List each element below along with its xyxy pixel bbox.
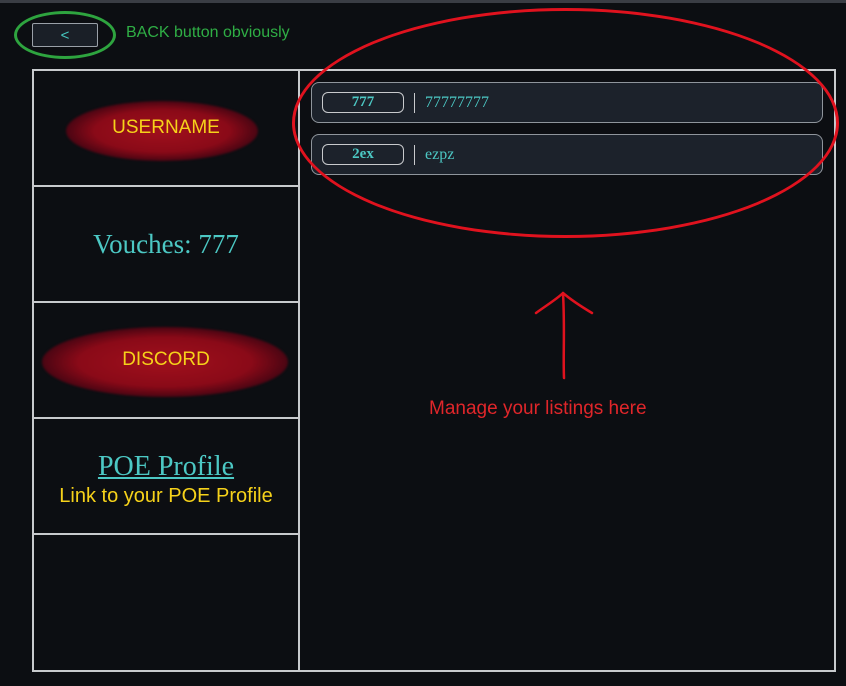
listing-item[interactable]: 777 77777777 — [311, 82, 823, 123]
listing-item[interactable]: 2ex ezpz — [311, 134, 823, 175]
poe-profile-link[interactable]: POE Profile — [98, 451, 234, 483]
username-label: USERNAME — [112, 117, 220, 138]
listing-name: ezpz — [425, 145, 455, 163]
listing-price: 777 — [322, 92, 404, 113]
profile-sidebar: USERNAME Vouches: 777 DISCORD POE Profil… — [34, 71, 300, 670]
poe-profile-cell: POE Profile Link to your POE Profile — [34, 419, 298, 535]
listing-name: 77777777 — [425, 93, 489, 111]
listing-divider — [414, 144, 415, 165]
poe-profile-annotation: Link to your POE Profile — [59, 484, 273, 507]
vouches-cell: Vouches: 777 — [34, 187, 298, 303]
top-strip — [0, 0, 846, 3]
discord-label: DISCORD — [122, 349, 210, 370]
back-button-annotation: BACK button obviously — [126, 24, 290, 41]
listing-divider — [414, 92, 415, 113]
vouches-count: Vouches: 777 — [93, 228, 239, 259]
username-cell: USERNAME — [34, 71, 298, 187]
back-button[interactable]: < — [32, 23, 98, 47]
profile-panel: USERNAME Vouches: 777 DISCORD POE Profil… — [32, 69, 836, 672]
listing-price: 2ex — [322, 144, 404, 165]
discord-cell: DISCORD — [34, 303, 298, 419]
listings-annotation: Manage your listings here — [429, 398, 647, 419]
